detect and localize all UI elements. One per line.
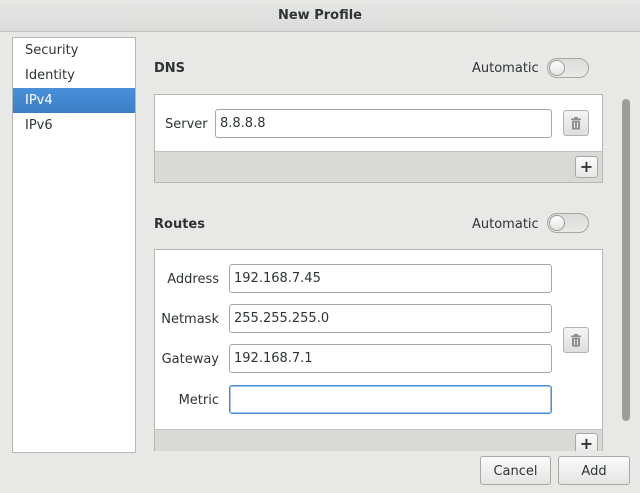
trash-icon: [571, 333, 581, 347]
content-scrollbar[interactable]: [620, 37, 632, 451]
routes-section-title: Routes: [154, 217, 205, 232]
switch-knob: [549, 215, 565, 231]
add-server-button[interactable]: +: [575, 156, 598, 178]
trash-icon: [571, 116, 581, 130]
sidebar-item-security[interactable]: Security: [13, 38, 135, 63]
window-title: New Profile: [0, 0, 640, 32]
routes-automatic-switch[interactable]: [547, 213, 589, 233]
metric-input[interactable]: [229, 385, 552, 414]
delete-route-button[interactable]: [563, 327, 589, 353]
sidebar: Security Identity IPv4 IPv6: [12, 37, 136, 453]
add-route-button[interactable]: +: [575, 433, 598, 451]
netmask-input[interactable]: [229, 304, 552, 333]
switch-knob: [549, 60, 565, 76]
gateway-input[interactable]: [229, 344, 552, 373]
dns-box-footer: +: [155, 151, 602, 182]
dns-automatic-switch[interactable]: [547, 58, 589, 78]
sidebar-item-ipv6[interactable]: IPv6: [13, 113, 135, 138]
routes-box-footer: +: [155, 429, 602, 451]
server-input[interactable]: [215, 109, 552, 138]
sidebar-item-identity[interactable]: Identity: [13, 63, 135, 88]
cancel-button[interactable]: Cancel: [480, 456, 551, 485]
settings-content: DNS Automatic Server + Routes Automatic …: [136, 37, 636, 451]
plus-icon: +: [579, 434, 594, 451]
sidebar-item-ipv4[interactable]: IPv4: [13, 88, 135, 113]
delete-server-button[interactable]: [563, 110, 589, 136]
dns-automatic-label: Automatic: [472, 61, 539, 76]
server-label: Server: [165, 117, 208, 132]
metric-label: Metric: [178, 393, 219, 408]
dns-section-title: DNS: [154, 61, 186, 76]
routes-automatic-label: Automatic: [472, 217, 539, 232]
scrollbar-thumb[interactable]: [622, 99, 630, 421]
plus-icon: +: [579, 157, 594, 176]
add-button[interactable]: Add: [558, 456, 630, 485]
address-input[interactable]: [229, 264, 552, 293]
address-label: Address: [167, 272, 219, 287]
gateway-label: Gateway: [161, 352, 219, 367]
routes-box: Address Netmask Gateway Metric +: [154, 249, 603, 451]
netmask-label: Netmask: [161, 312, 219, 327]
dns-box: Server +: [154, 94, 603, 183]
